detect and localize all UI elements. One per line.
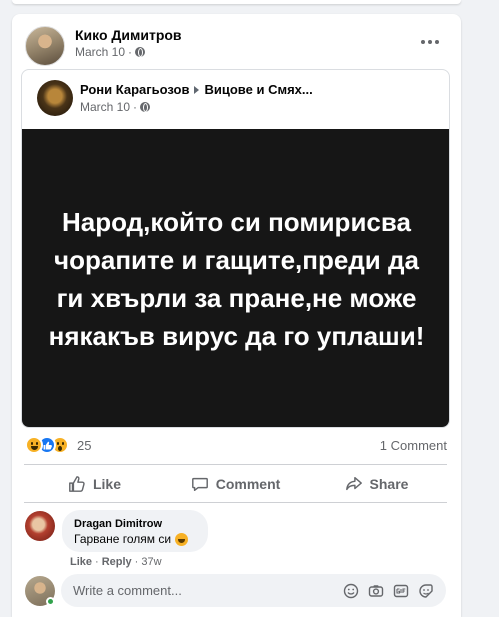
mouth-icon [31,446,38,450]
share-button[interactable]: Share [306,468,447,500]
shared-author-line: Рони Карагьозов Вицове и Смях... [80,82,313,97]
reaction-count[interactable]: 25 [77,438,91,453]
previous-post-card [12,0,461,4]
action-bar: Like Comment Share [24,468,447,500]
comment-dot: · [95,556,99,568]
dot-icon [435,40,439,44]
camera-icon[interactable] [368,583,384,599]
sticker-icon[interactable] [418,583,434,599]
emoji-icon[interactable] [343,583,359,599]
laughing-emoji-icon [175,532,189,546]
shared-post[interactable]: Рони Карагьозов Вицове и Смях... March 1… [21,69,450,428]
reactions-summary[interactable]: 25 [25,436,91,454]
eye-icon [62,442,64,445]
thumbs-up-icon [69,476,85,492]
shared-meta: March 10 · [80,100,151,114]
haha-icon [25,436,43,454]
comment-actions: Like · Reply · 37w [70,556,162,568]
gif-icon[interactable] [393,583,409,599]
comment-text: Гарване голям си [74,532,172,546]
comment-icon [191,477,208,492]
comment-count[interactable]: 1 Comment [380,438,447,453]
shared-group-name[interactable]: Вицове и Смях... [204,82,312,97]
post-date[interactable]: March 10 [75,45,125,59]
comment-text-row: Гарване голям си [74,531,196,547]
post-image[interactable]: Народ,който си помирисва чорапите и гащи… [22,129,449,427]
comment-label: Comment [215,476,281,492]
dot-icon [421,40,425,44]
post-meta: March 10 · [75,45,146,59]
author-avatar[interactable] [25,26,65,66]
shared-author-avatar[interactable] [37,80,73,116]
like-label: Like [92,476,121,492]
eye-icon [57,442,59,445]
post-image-text: Народ,който си помирисва чорапите и гащи… [48,206,425,351]
caret-right-icon [194,85,200,94]
post-card: Кико Димитров March 10 · Рони Карагьозов… [12,14,461,617]
shared-date[interactable]: March 10 [80,100,130,114]
share-label: Share [369,476,409,492]
dot-icon [428,40,432,44]
like-button[interactable]: Like [24,468,165,500]
comment-dot: · [134,556,139,568]
comment-time[interactable]: 37w [141,556,161,568]
post-author[interactable]: Кико Димитров [75,27,182,43]
comment-input-tools [343,583,434,599]
globe-icon[interactable] [135,47,146,57]
write-comment-box[interactable] [61,574,446,607]
comment-like-link[interactable]: Like [70,556,92,568]
meta-separator: · [133,100,138,114]
eye-icon [31,442,33,445]
mouth-icon [58,446,62,451]
meta-separator: · [128,45,133,59]
more-options-button[interactable] [416,34,444,50]
commenter-name[interactable]: Dragan Dimitrow [74,517,196,531]
comment-bubble: Dragan Dimitrow Гарване голям си [62,510,208,552]
comment-reply-link[interactable]: Reply [102,556,132,568]
comment-button[interactable]: Comment [165,468,306,500]
commenter-avatar[interactable] [25,511,55,541]
comment-input[interactable] [73,583,343,598]
globe-icon[interactable] [140,102,151,112]
eye-icon [36,442,38,445]
divider [24,502,447,503]
share-icon [345,476,362,491]
online-status-dot [46,597,55,606]
divider [24,464,447,465]
shared-author-name[interactable]: Рони Карагьозов [80,82,189,97]
